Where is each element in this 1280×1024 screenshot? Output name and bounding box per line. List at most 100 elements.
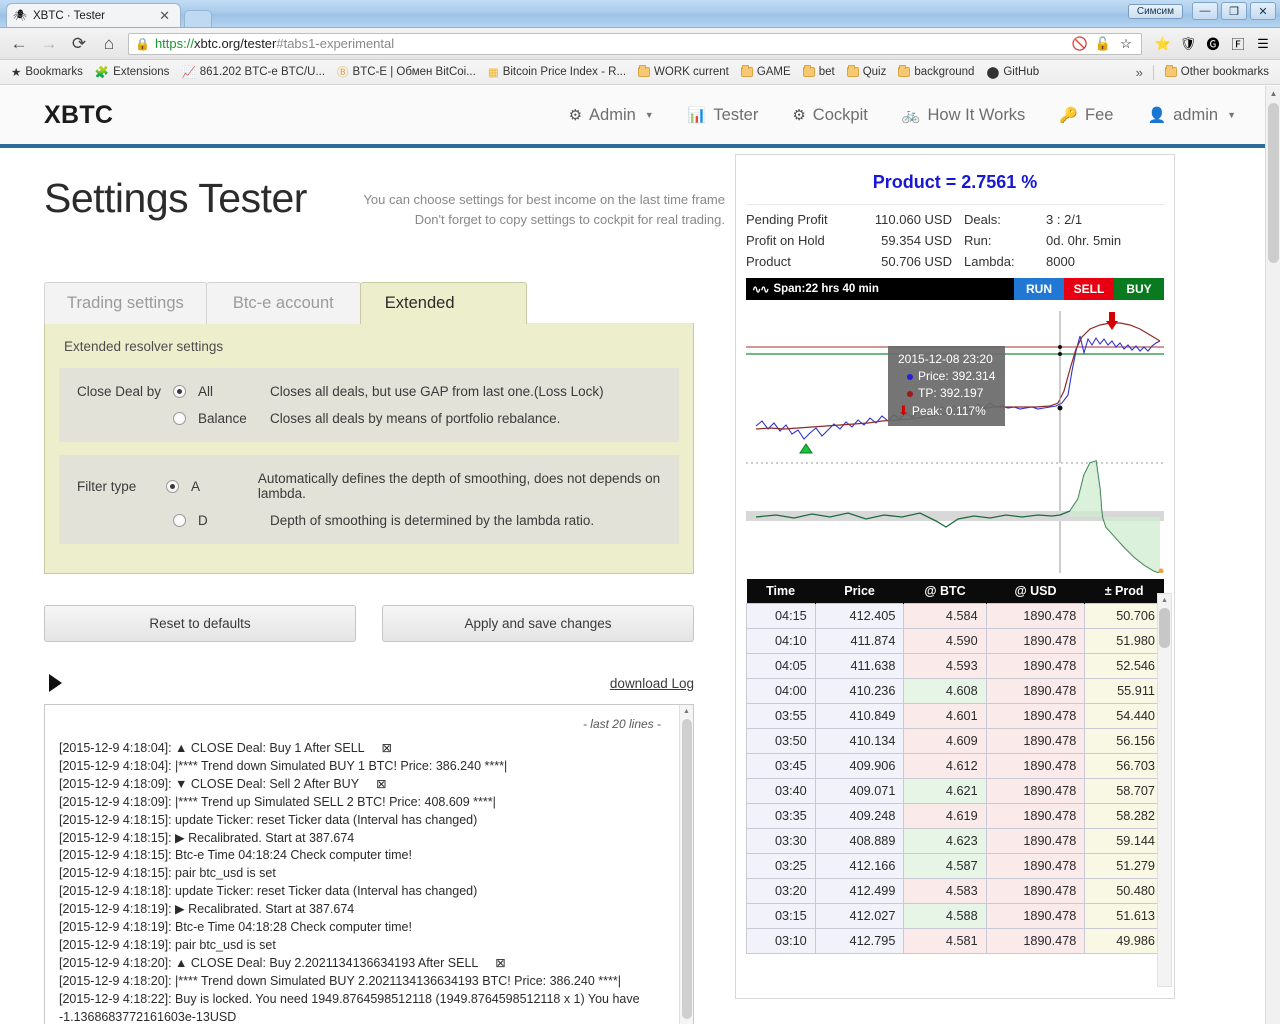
table-row[interactable]: 03:35 409.248 4.619 1890.478 58.282 [746, 803, 1164, 829]
play-icon[interactable] [49, 674, 62, 692]
scrollbar-thumb[interactable] [1159, 608, 1170, 648]
option-value: All [198, 384, 214, 399]
price-chart[interactable]: 2015-12-08 23:20 Price: 392.314 TP: 392.… [746, 303, 1164, 573]
address-bar[interactable]: 🔒 https://xbtc.org/tester#tabs1-experime… [128, 32, 1142, 55]
cell-btc: 4.583 [903, 878, 987, 904]
scroll-up-icon[interactable]: ▲ [1158, 594, 1171, 607]
cell-prod: 59.144 [1084, 828, 1164, 854]
nav-item-cockpit[interactable]: ⚙ Cockpit [792, 106, 867, 125]
translate-extension-icon[interactable]: 🅖 [1204, 35, 1222, 53]
bookmark-folder-quiz[interactable]: Quiz [842, 64, 892, 80]
star-extension-icon[interactable]: ⭐ [1154, 35, 1172, 53]
buy-marker-green-up-arrow [799, 443, 813, 454]
ime-badge[interactable]: Симсим [1127, 3, 1183, 19]
filter-type-group: Filter type A Automatically defines the … [59, 455, 679, 544]
sell-button[interactable]: SELL [1064, 278, 1114, 300]
menu-icon[interactable]: ☰ [1254, 35, 1272, 53]
close-icon[interactable]: ✕ [155, 9, 174, 22]
bookmark-folder-game[interactable]: GAME [736, 64, 796, 80]
panel-title: Extended resolver settings [64, 339, 224, 354]
scroll-up-icon[interactable]: ▲ [680, 705, 693, 718]
table-row[interactable]: 03:40 409.071 4.621 1890.478 58.707 [746, 778, 1164, 804]
table-row[interactable]: 04:15 412.405 4.584 1890.478 50.706 [746, 603, 1164, 629]
browser-tab[interactable]: 🕷 XBTC · Tester ✕ [6, 3, 181, 27]
bookmark-folder-background[interactable]: background [893, 64, 979, 80]
option-description: Automatically defines the depth of smoot… [257, 471, 661, 501]
bookmark-bookmarks[interactable]: ★ Bookmarks [6, 63, 88, 81]
cell-btc: 4.584 [903, 603, 987, 629]
table-row[interactable]: 03:15 412.027 4.588 1890.478 51.613 [746, 903, 1164, 929]
cell-usd: 1890.478 [985, 653, 1086, 679]
bookmarks-overflow-icon[interactable]: » [1132, 65, 1147, 80]
buy-button[interactable]: BUY [1114, 278, 1164, 300]
option-row: Balance Closes all deals by means of por… [59, 405, 679, 432]
scrollbar-thumb[interactable] [1267, 103, 1279, 263]
new-tab-button[interactable] [184, 10, 212, 27]
nav-item-admin-user[interactable]: 👤 admin ▼ [1147, 106, 1236, 125]
option-description: Closes all deals, but use GAP from last … [270, 384, 604, 399]
shield-extension-icon[interactable]: 🛡 [1179, 35, 1197, 53]
bicycle-icon: 🚲 [901, 107, 921, 124]
col-time[interactable]: Time [746, 579, 816, 604]
radio-close-deal-balance[interactable] [173, 412, 186, 425]
table-scrollbar[interactable]: ▲ [1157, 593, 1172, 987]
nav-item-fee[interactable]: 🔑 Fee [1059, 106, 1113, 125]
tab-trading-settings[interactable]: Trading settings [44, 282, 207, 324]
nav-item-tester[interactable]: 📊 Tester [688, 106, 759, 125]
reset-to-defaults-button[interactable]: Reset to defaults [44, 605, 356, 642]
bookmark-folder-work-current[interactable]: WORK current [633, 64, 734, 80]
table-row[interactable]: 04:00 410.236 4.608 1890.478 55.911 [746, 678, 1164, 704]
bookmark-btce-chart[interactable]: 📈 861.202 BTC-e BTC/U... [176, 63, 330, 81]
folder-icon [638, 65, 651, 77]
table-row[interactable]: 03:55 410.849 4.601 1890.478 54.440 [746, 703, 1164, 729]
table-row[interactable]: 04:05 411.638 4.593 1890.478 52.546 [746, 653, 1164, 679]
back-icon[interactable]: ← [8, 33, 30, 55]
tab-extended[interactable]: Extended [359, 282, 527, 324]
col-prod[interactable]: ± Prod [1084, 579, 1164, 604]
download-log-link[interactable]: download Log [610, 676, 694, 691]
tab-btce-account[interactable]: Btc-e account [205, 282, 361, 324]
font-extension-icon[interactable]: 🄵 [1229, 35, 1247, 53]
col-btc[interactable]: @ BTC [903, 579, 987, 604]
radio-close-deal-all[interactable] [173, 385, 186, 398]
app-brand[interactable]: XBTC [44, 101, 113, 130]
log-scrollbar[interactable]: ▲ [679, 705, 693, 1024]
cell-time: 03:40 [746, 778, 816, 804]
table-row[interactable]: 03:50 410.134 4.609 1890.478 56.156 [746, 728, 1164, 754]
nav-item-admin[interactable]: ⚙ Admin ▼ [569, 106, 654, 125]
col-price[interactable]: Price [815, 579, 905, 604]
bookmark-btce-exchange[interactable]: Ⓑ BTC-E | Обмен BitCoi... [332, 62, 481, 82]
window-close-button[interactable]: ✕ [1250, 2, 1276, 20]
radio-filter-type-d[interactable] [173, 514, 186, 527]
table-row[interactable]: 03:25 412.166 4.587 1890.478 51.279 [746, 853, 1164, 879]
bookmark-github[interactable]: ⬤ GitHub [981, 63, 1044, 81]
other-bookmarks-folder[interactable]: Other bookmarks [1160, 64, 1274, 80]
unlock-icon[interactable]: 🔓 [1094, 35, 1112, 53]
radio-filter-type-a[interactable] [166, 479, 180, 493]
table-row[interactable]: 03:10 412.795 4.581 1890.478 49.986 [746, 928, 1164, 954]
table-row[interactable]: 03:45 409.906 4.612 1890.478 56.703 [746, 753, 1164, 779]
restore-button[interactable]: ❐ [1221, 2, 1247, 20]
table-row[interactable]: 03:20 412.499 4.583 1890.478 50.480 [746, 878, 1164, 904]
scrollbar-thumb[interactable] [681, 719, 692, 1019]
forward-icon[interactable]: → [38, 33, 60, 55]
bookmark-folder-bet[interactable]: bet [798, 64, 840, 80]
nav-item-how-it-works[interactable]: 🚲 How It Works [902, 106, 1025, 125]
bookmark-star-icon[interactable]: ☆ [1117, 35, 1135, 53]
minimize-button[interactable]: — [1192, 2, 1218, 20]
home-icon[interactable]: ⌂ [98, 33, 120, 55]
table-row[interactable]: 03:30 408.889 4.623 1890.478 59.144 [746, 828, 1164, 854]
page-scrollbar[interactable]: ▲ [1265, 86, 1280, 1024]
blocked-popup-icon[interactable]: 🚫 [1071, 35, 1089, 53]
col-usd[interactable]: @ USD [986, 579, 1086, 604]
apply-and-save-button[interactable]: Apply and save changes [382, 605, 694, 642]
table-row[interactable]: 04:10 411.874 4.590 1890.478 51.980 [746, 628, 1164, 654]
log-output[interactable]: - last 20 lines - [2015-12-9 4:18:04]: ▲… [44, 704, 694, 1024]
scroll-up-icon[interactable]: ▲ [1266, 86, 1280, 101]
reload-icon[interactable]: ⟳ [68, 33, 90, 55]
bookmark-bitcoin-price-index[interactable]: ▦ Bitcoin Price Index - R... [483, 63, 631, 81]
bookmark-extensions[interactable]: 🧩 Extensions [90, 63, 175, 81]
run-button[interactable]: RUN [1014, 278, 1064, 300]
app-nav-items: ⚙ Admin ▼ 📊 Tester ⚙ Cockpit 🚲 How It Wo… [569, 106, 1236, 125]
cell-usd: 1890.478 [985, 878, 1086, 904]
